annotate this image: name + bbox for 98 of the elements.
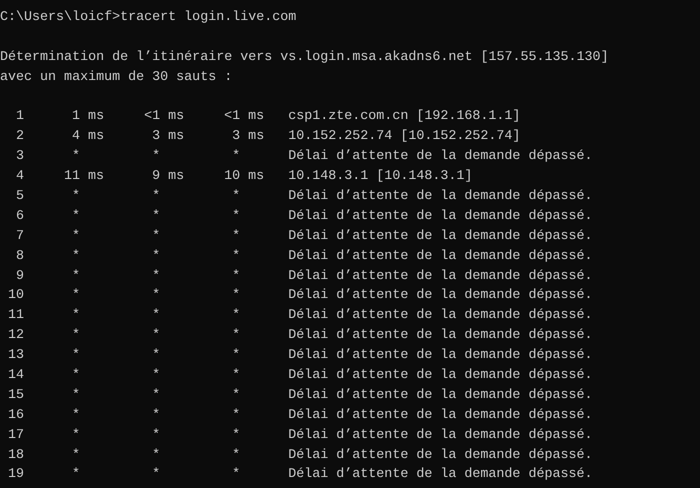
timeout-mark: *: [71, 208, 82, 226]
timeout-mark: *: [151, 446, 162, 465]
hop-number: 16: [7, 406, 24, 425]
timeout-mark: *: [71, 248, 82, 266]
hop-number: 13: [7, 347, 24, 366]
hop-host: Délai d’attente de la demande dépassé.: [288, 426, 593, 445]
timeout-mark: *: [231, 446, 242, 465]
timeout-mark: *: [231, 228, 242, 246]
output-line: avec un maximum de 30 sauts :: [0, 68, 232, 87]
timeout-mark: *: [71, 268, 82, 286]
output-line: Détermination de l’itinéraire vers vs.login.msa.akadns6.net [157.55.135.130]: [0, 48, 609, 67]
timeout-mark: *: [151, 188, 162, 206]
timeout-mark: *: [151, 228, 162, 246]
round-trip-time: 3 ms: [231, 128, 264, 146]
hop-number: 12: [7, 327, 24, 346]
timeout-mark: *: [231, 248, 242, 266]
timeout-mark: *: [231, 307, 242, 326]
hop-number: 9: [15, 268, 24, 286]
timeout-mark: *: [151, 386, 162, 405]
timeout-mark: *: [151, 327, 162, 346]
timeout-mark: *: [151, 347, 162, 366]
timeout-mark: *: [71, 148, 82, 166]
hop-host: Délai d’attente de la demande dépassé.: [288, 406, 593, 425]
hop-host: 10.152.252.74 [10.152.252.74]: [288, 128, 520, 146]
timeout-mark: *: [71, 327, 82, 346]
hop-host: csp1.zte.com.cn [192.168.1.1]: [288, 108, 520, 126]
timeout-mark: *: [231, 327, 242, 346]
timeout-mark: *: [231, 367, 242, 386]
hop-host: Délai d’attente de la demande dépassé.: [288, 307, 593, 326]
hop-host: Délai d’attente de la demande dépassé.: [288, 188, 593, 206]
timeout-mark: *: [71, 386, 82, 405]
timeout-mark: *: [151, 268, 162, 286]
hop-host: Délai d’attente de la demande dépassé.: [288, 248, 593, 266]
timeout-mark: *: [151, 307, 162, 326]
hop-host: Délai d’attente de la demande dépassé.: [288, 287, 593, 306]
hop-number: 19: [7, 466, 24, 484]
timeout-mark: *: [231, 287, 242, 306]
command-line: C:\Users\loicf>tracert login.live.com: [0, 9, 296, 27]
hop-number: 2: [15, 128, 24, 146]
timeout-mark: *: [151, 148, 162, 166]
round-trip-time: <1 ms: [143, 108, 184, 126]
timeout-mark: *: [231, 148, 242, 166]
hop-number: 4: [15, 168, 24, 186]
timeout-mark: *: [71, 228, 82, 246]
timeout-mark: *: [231, 426, 242, 445]
hop-host: Délai d’attente de la demande dépassé.: [288, 386, 593, 405]
round-trip-time: 3 ms: [151, 128, 184, 146]
timeout-mark: *: [71, 347, 82, 366]
round-trip-time: 9 ms: [151, 168, 184, 186]
timeout-mark: *: [71, 446, 82, 465]
hop-number: 3: [15, 148, 24, 166]
hop-number: 10: [7, 287, 24, 306]
timeout-mark: *: [151, 466, 162, 484]
timeout-mark: *: [71, 367, 82, 386]
hop-host: Délai d’attente de la demande dépassé.: [288, 228, 593, 246]
hop-number: 11: [7, 307, 24, 326]
timeout-mark: *: [71, 188, 82, 206]
hop-host: 10.148.3.1 [10.148.3.1]: [288, 168, 472, 186]
timeout-mark: *: [231, 386, 242, 405]
hop-host: Délai d’attente de la demande dépassé.: [288, 466, 593, 484]
hop-number: 8: [15, 248, 24, 266]
hop-number: 5: [15, 188, 24, 206]
hop-host: Délai d’attente de la demande dépassé.: [288, 268, 593, 286]
timeout-mark: *: [231, 268, 242, 286]
timeout-mark: *: [71, 426, 82, 445]
round-trip-time: 11 ms: [63, 168, 104, 186]
round-trip-time: <1 ms: [223, 108, 264, 126]
timeout-mark: *: [71, 406, 82, 425]
hop-number: 7: [15, 228, 24, 246]
timeout-mark: *: [71, 466, 82, 484]
timeout-mark: *: [71, 307, 82, 326]
timeout-mark: *: [71, 287, 82, 306]
hop-number: 17: [7, 426, 24, 445]
hop-host: Délai d’attente de la demande dépassé.: [288, 327, 593, 346]
hop-host: Délai d’attente de la demande dépassé.: [288, 367, 593, 386]
timeout-mark: *: [231, 466, 242, 484]
round-trip-time: 1 ms: [71, 108, 104, 126]
hop-number: 14: [7, 367, 24, 386]
timeout-mark: *: [231, 188, 242, 206]
timeout-mark: *: [231, 406, 242, 425]
hop-host: Délai d’attente de la demande dépassé.: [288, 208, 593, 226]
timeout-mark: *: [151, 406, 162, 425]
hop-number: 1: [15, 108, 24, 126]
hop-number: 15: [7, 386, 24, 405]
timeout-mark: *: [151, 367, 162, 386]
hop-host: Délai d’attente de la demande dépassé.: [288, 148, 593, 166]
timeout-mark: *: [151, 208, 162, 226]
hop-host: Délai d’attente de la demande dépassé.: [288, 347, 593, 366]
timeout-mark: *: [231, 208, 242, 226]
hop-number: 18: [7, 446, 24, 465]
timeout-mark: *: [151, 287, 162, 306]
round-trip-time: 10 ms: [223, 168, 264, 186]
timeout-mark: *: [151, 248, 162, 266]
hop-number: 6: [15, 208, 24, 226]
timeout-mark: *: [151, 426, 162, 445]
round-trip-time: 4 ms: [71, 128, 104, 146]
timeout-mark: *: [231, 347, 242, 366]
hop-host: Délai d’attente de la demande dépassé.: [288, 446, 593, 465]
